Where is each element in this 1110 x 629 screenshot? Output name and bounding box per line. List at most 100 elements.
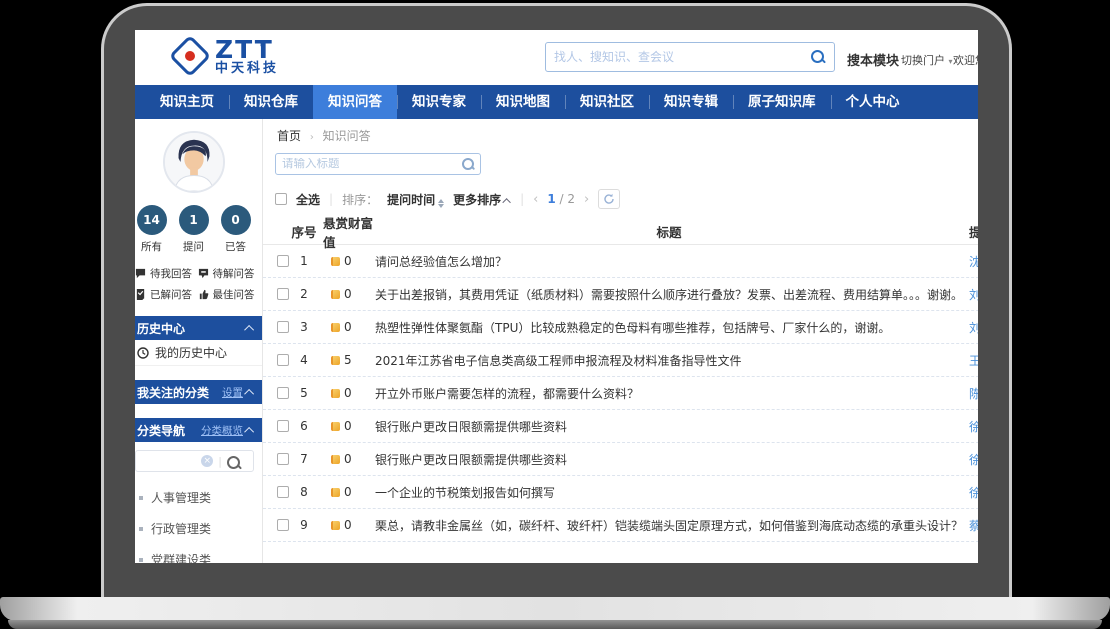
asker-link[interactable]: 王丽: [969, 352, 978, 369]
stat-count: 0: [221, 205, 251, 235]
stat-item[interactable]: 14 所有: [137, 205, 167, 254]
select-all-checkbox[interactable]: [275, 193, 287, 205]
next-page-arrow[interactable]: ›: [584, 192, 589, 207]
asker-link[interactable]: 沈雪: [969, 253, 978, 270]
stat-item[interactable]: 1 提问: [179, 205, 209, 254]
settings-link[interactable]: 设置: [222, 385, 243, 400]
table-row: 3 0 热塑性弹性体聚氨酯（TPU）比较成熟稳定的色母料有哪些推荐，包括牌号、厂…: [263, 311, 978, 344]
asker-link[interactable]: 刘邓: [969, 319, 978, 336]
row-checkbox[interactable]: [277, 288, 289, 300]
user-avatar[interactable]: [163, 131, 225, 193]
question-table: 1 0 请问总经验值怎么增加？ 沈雪 2: [263, 245, 978, 542]
row-checkbox[interactable]: [277, 321, 289, 333]
coin-icon: [331, 455, 340, 464]
sort-field-button[interactable]: 提问时间: [387, 191, 444, 208]
table-row: 8 0 一个企业的节税策划报告如何撰写 徐晓: [263, 476, 978, 509]
breadcrumb-current: 知识问答: [323, 129, 371, 143]
question-title-link[interactable]: 2021年江苏省电子信息类高级工程师申报流程及材料准备指导性文件: [375, 352, 969, 369]
caret-down-icon: ▾: [949, 57, 953, 66]
refresh-button[interactable]: [598, 189, 620, 209]
my-history-item[interactable]: 我的历史中心: [135, 340, 262, 366]
followed-categories-header[interactable]: 我关注的分类 设置: [135, 380, 262, 404]
avatar-illustration: [165, 133, 223, 191]
header-no: 序号: [289, 222, 319, 241]
clear-icon[interactable]: ×: [201, 455, 213, 467]
ztt-logo[interactable]: ® ZTT 中天科技: [175, 37, 279, 75]
category-overview-link[interactable]: 分类概览: [201, 423, 243, 438]
nav-tab[interactable]: 知识社区: [565, 85, 649, 119]
question-title-link[interactable]: 银行账户更改日限额需提供哪些资料: [375, 451, 969, 468]
nav-tab[interactable]: 知识主页: [145, 85, 229, 119]
stat-count: 1: [179, 205, 209, 235]
quick-link-best[interactable]: 最佳问答: [198, 287, 259, 302]
nav-tab[interactable]: 个人中心: [831, 85, 915, 119]
qa-stats: 14 所有 1 提问 0 已答: [135, 205, 262, 254]
stat-label: 已答: [221, 239, 251, 254]
category-item[interactable]: 党群建设类: [135, 544, 262, 563]
nav-tab[interactable]: 知识地图: [481, 85, 565, 119]
history-section-header[interactable]: 历史中心: [135, 316, 262, 340]
category-nav-header[interactable]: 分类导航 分类概览: [135, 418, 262, 442]
row-checkbox[interactable]: [277, 255, 289, 267]
nav-tab[interactable]: 知识问答: [313, 85, 397, 119]
stat-label: 所有: [137, 239, 167, 254]
question-title-link[interactable]: 栗总，请教非金属丝（如，碳纤杆、玻纤杆）铠装缆端头固定原理方式，如何借鉴到海底动…: [375, 517, 969, 534]
quick-link-solved[interactable]: 已解问答: [135, 287, 196, 302]
category-item[interactable]: 人事管理类: [135, 482, 262, 513]
table-row: 9 0 栗总，请教非金属丝（如，碳纤杆、玻纤杆）铠装缆端头固定原理方式，如何借鉴…: [263, 509, 978, 542]
question-title-link[interactable]: 请问总经验值怎么增加？: [375, 253, 969, 270]
nav-tab[interactable]: 知识专家: [397, 85, 481, 119]
stat-item[interactable]: 0 已答: [221, 205, 251, 254]
bullet-icon: [139, 527, 143, 531]
search-icon[interactable]: [811, 50, 825, 64]
question-title-link[interactable]: 银行账户更改日限额需提供哪些资料: [375, 418, 969, 435]
search-module-button[interactable]: 搜本模块: [847, 50, 899, 69]
more-sort-button[interactable]: 更多排序: [453, 191, 511, 208]
nav-tab[interactable]: 知识仓库: [229, 85, 313, 119]
question-title-link[interactable]: 热塑性弹性体聚氨酯（TPU）比较成熟稳定的色母料有哪些推荐，包括牌号、厂家什么的…: [375, 319, 969, 336]
nav-tab[interactable]: 知识专辑: [649, 85, 733, 119]
reward-value: 0: [344, 287, 352, 301]
table-row: 5 0 开立外币账户需要怎样的流程，都需要什么资料？ 陈利: [263, 377, 978, 410]
asker-link[interactable]: 蔡炳: [969, 517, 978, 534]
search-icon[interactable]: [227, 456, 238, 467]
asker-link[interactable]: 陈利: [969, 385, 978, 402]
header-asker: 提问者: [969, 222, 978, 241]
question-title-link[interactable]: 一个企业的节税策划报告如何撰写: [375, 484, 969, 501]
table-header: 序号 悬赏财富值 标题 提问者: [263, 219, 978, 245]
reward-value: 0: [344, 320, 352, 334]
asker-link[interactable]: 徐晓: [969, 418, 978, 435]
chevron-up-icon: [244, 324, 254, 334]
quick-link-unsolved[interactable]: 待解问答: [198, 266, 259, 281]
row-checkbox[interactable]: [277, 420, 289, 432]
chevron-up-icon: [244, 388, 254, 398]
bullet-icon: [139, 496, 143, 500]
asker-link[interactable]: 徐晓: [969, 451, 978, 468]
question-title-link[interactable]: 开立外币账户需要怎样的流程，都需要什么资料？: [375, 385, 969, 402]
header-title: 标题: [375, 222, 969, 241]
prev-page-arrow[interactable]: ‹: [533, 192, 538, 207]
title-search-input[interactable]: [276, 158, 462, 170]
category-search-input[interactable]: [142, 455, 196, 467]
table-row: 7 0 银行账户更改日限额需提供哪些资料 徐晓: [263, 443, 978, 476]
row-checkbox[interactable]: [277, 519, 289, 531]
row-checkbox[interactable]: [277, 387, 289, 399]
switch-portal-dropdown[interactable]: 切换门户 ▾: [901, 52, 953, 68]
nav-tab[interactable]: 原子知识库: [733, 85, 831, 119]
quick-link-wait-me[interactable]: 待我回答: [135, 266, 196, 281]
row-number: 5: [289, 386, 319, 400]
question-title-link[interactable]: 关于出差报销，其费用凭证（纸质材料）需要按照什么顺序进行叠放？发票、出差流程、费…: [375, 286, 969, 303]
search-icon[interactable]: [462, 158, 474, 170]
row-checkbox[interactable]: [277, 354, 289, 366]
row-checkbox[interactable]: [277, 453, 289, 465]
breadcrumb-home[interactable]: 首页: [277, 129, 301, 143]
asker-link[interactable]: 徐晓: [969, 484, 978, 501]
coin-icon: [331, 356, 340, 365]
global-search-input[interactable]: [546, 50, 811, 64]
row-checkbox[interactable]: [277, 486, 289, 498]
select-all-label[interactable]: 全选: [296, 191, 320, 208]
title-search-box: [275, 153, 481, 175]
logo-company-text: 中天科技: [215, 62, 279, 75]
category-item[interactable]: 行政管理类: [135, 513, 262, 544]
asker-link[interactable]: 刘邓: [969, 286, 978, 303]
